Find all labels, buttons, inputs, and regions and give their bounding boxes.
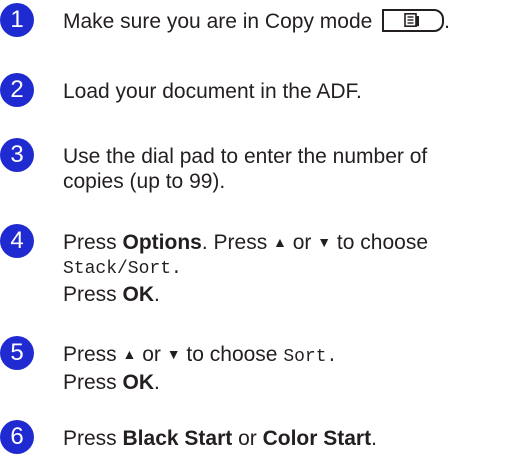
copy-mode-key-icon: [382, 8, 445, 32]
step-text: Make sure you are in Copy mode .: [63, 8, 528, 34]
text-fragment: .: [371, 427, 377, 450]
step-number-badge: 1: [0, 3, 34, 37]
color-start-key-label: Color Start: [262, 427, 372, 450]
text-fragment: Press: [63, 231, 123, 254]
step-4-line-3: Press OK.: [63, 282, 528, 307]
step-3-line-1: Use the dial pad to enter the number of: [63, 145, 428, 168]
text-fragment: to choose: [331, 231, 428, 254]
up-arrow-icon: ▲: [122, 346, 137, 362]
step-text: Press Options. Press ▲ or ▼ to choose St…: [63, 230, 528, 307]
step-text: Use the dial pad to enter the number of …: [63, 144, 528, 194]
step-1-period: .: [444, 10, 451, 33]
text-fragment: .: [154, 283, 160, 306]
step-1-text: Make sure you are in Copy mode: [63, 10, 373, 33]
step-number-badge: 2: [0, 73, 34, 107]
text-fragment: or: [286, 231, 318, 254]
menu-value-sort: Sort.: [283, 347, 338, 367]
step-4-line-1: Press Options. Press ▲ or ▼ to choose: [63, 230, 528, 257]
ok-key-label: OK: [122, 371, 155, 394]
down-arrow-icon: ▼: [317, 234, 332, 250]
copy-document-icon: [404, 12, 420, 27]
text-fragment: Press: [63, 343, 123, 366]
down-arrow-icon: ▼: [166, 346, 181, 362]
text-fragment: Press: [63, 371, 123, 394]
text-fragment: or: [232, 427, 263, 450]
step-number-badge: 4: [0, 224, 34, 258]
ok-key-label: OK: [122, 283, 155, 306]
up-arrow-icon: ▲: [273, 234, 287, 250]
step-text: Press Black Start or Color Start.: [63, 426, 528, 451]
options-key-label: Options: [122, 231, 202, 254]
step-text: Press ▲ or ▼ to choose Sort. Press OK.: [63, 342, 528, 395]
text-fragment: Press: [63, 283, 123, 306]
step-number-badge: 3: [0, 138, 34, 172]
text-fragment: to choose: [180, 343, 284, 366]
step-text: Load your document in the ADF.: [63, 80, 362, 103]
menu-value-stack-sort: Stack/Sort.: [63, 259, 182, 279]
step-number-badge: 5: [0, 336, 34, 370]
black-start-key-label: Black Start: [122, 427, 233, 450]
step-5-line-2: Press OK.: [63, 370, 528, 395]
step-number-badge: 6: [0, 420, 34, 454]
text-fragment: .: [154, 371, 160, 394]
text-fragment: or: [136, 343, 167, 366]
text-fragment: Press: [63, 427, 123, 450]
step-5-line-1: Press ▲ or ▼ to choose Sort.: [63, 342, 528, 370]
step-3-line-2: copies (up to 99).: [63, 170, 226, 193]
text-fragment: . Press: [201, 231, 274, 254]
